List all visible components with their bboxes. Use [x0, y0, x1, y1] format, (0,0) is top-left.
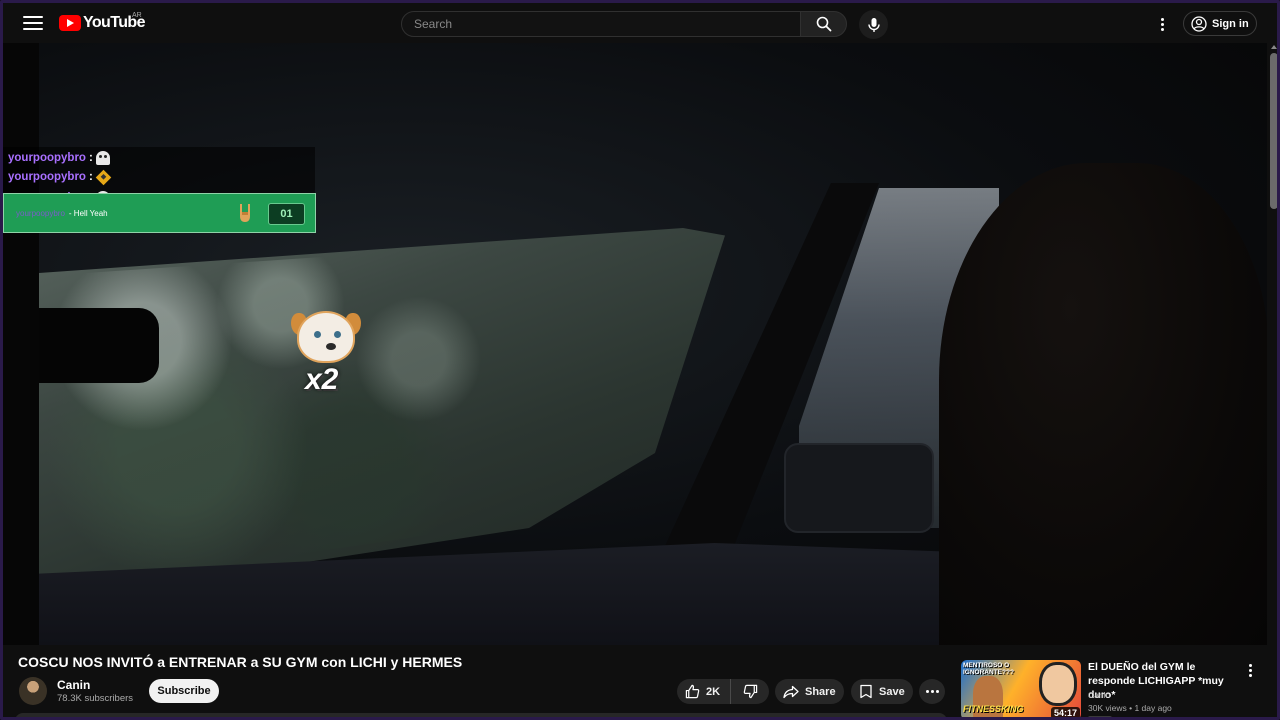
sign-in-label: Sign in — [1212, 17, 1249, 30]
search-input[interactable] — [402, 12, 800, 36]
more-horiz-icon — [925, 690, 929, 693]
ghost-emote-icon — [95, 151, 110, 165]
sign-in-button[interactable]: Sign in — [1183, 11, 1257, 36]
share-arrow-icon — [783, 685, 799, 698]
emote-multiplier: x2 — [305, 363, 339, 396]
diamond-emote-icon — [95, 169, 112, 185]
thumbnail-caption: MENTIROSO O IGNORANTE??? — [963, 662, 1014, 676]
subscribe-button[interactable]: Subscribe — [149, 679, 219, 703]
chat-username: yourpoopybro — [8, 171, 86, 183]
like-button[interactable]: 2K — [677, 679, 731, 704]
scrollbar-thumb[interactable] — [1270, 53, 1277, 209]
video-title: COSCU NOS INVITÓ a ENTRENAR a SU GYM con… — [18, 654, 463, 670]
recommended-video-meta: 30K views • 1 day ago — [1088, 703, 1172, 713]
like-count: 2K — [706, 685, 721, 698]
recommended-video[interactable]: MENTIROSO O IGNORANTE??? FITNESSKING 54:… — [961, 660, 1261, 717]
microphone-icon — [867, 17, 880, 32]
search-button[interactable] — [800, 11, 847, 37]
rock-hand-icon — [240, 204, 250, 222]
share-button[interactable]: Share — [775, 679, 844, 704]
driver-silhouette — [939, 163, 1267, 645]
search-box — [401, 11, 801, 37]
recommended-video-title[interactable]: El DUEÑO del GYM le responde LICHIGAPP *… — [1088, 660, 1240, 702]
save-label: Save — [879, 685, 905, 698]
menu-button[interactable] — [21, 12, 45, 34]
side-mirror — [784, 443, 934, 533]
more-vert-icon — [1160, 17, 1164, 21]
channel-avatar[interactable] — [19, 677, 47, 705]
dog-emote-icon — [291, 311, 361, 365]
redeem-username: yourpoopybro — [16, 208, 65, 218]
more-vert-icon — [1248, 663, 1252, 667]
search-icon — [816, 16, 831, 32]
dislike-button[interactable] — [731, 679, 769, 704]
channel-name[interactable]: Canin — [57, 678, 90, 692]
save-button[interactable]: Save — [851, 679, 913, 704]
page-scrollbar[interactable] — [1269, 43, 1277, 717]
youtube-logo[interactable]: YouTube AR — [59, 12, 145, 32]
page-frame: YouTube AR Search Sign in yourpoopybro:… — [0, 0, 1280, 720]
chat-message: yourpoopybro : — [8, 168, 112, 186]
thumbs-down-icon — [743, 684, 757, 699]
voice-search-button[interactable] — [859, 10, 888, 39]
more-actions-button[interactable] — [919, 679, 945, 704]
youtube-play-icon — [59, 15, 81, 31]
redeem-counter: 01 — [268, 203, 305, 225]
chat-message: yourpoopybro : — [8, 149, 110, 167]
description-box[interactable] — [15, 713, 947, 717]
recommended-video-thumbnail[interactable]: MENTIROSO O IGNORANTE??? FITNESSKING 54:… — [961, 660, 1081, 717]
video-frame — [39, 43, 1267, 645]
thumbnail-caption: FITNESSKING — [963, 704, 1024, 714]
like-dislike-group: 2K — [677, 679, 769, 704]
bookmark-add-icon — [860, 684, 872, 699]
country-code: AR — [132, 12, 142, 19]
settings-menu-button[interactable] — [1153, 14, 1171, 34]
redeem-text: - Hell Yeah — [68, 208, 108, 218]
recommended-more-button[interactable] — [1245, 662, 1255, 678]
thumbs-up-icon — [685, 684, 700, 699]
video-player[interactable]: yourpoopybro : yourpoopybro : yourpoopyb… — [3, 43, 1267, 645]
video-duration: 54:17 — [1051, 707, 1081, 717]
top-bar: YouTube AR Search Sign in — [3, 3, 1277, 43]
account-circle-icon — [1191, 15, 1207, 32]
chat-username: yourpoopybro — [8, 152, 86, 164]
hamburger-icon — [23, 16, 43, 18]
new-badge — [1088, 716, 1112, 717]
scroll-up-arrow-icon[interactable] — [1271, 45, 1277, 49]
share-label: Share — [805, 685, 836, 698]
channel-points-redeem-banner: yourpoopybro - Hell Yeah 01 — [3, 193, 316, 233]
recommended-channel-name[interactable]: Canin — [1088, 690, 1110, 700]
subscriber-count: 78.3K subscribers — [57, 693, 134, 704]
